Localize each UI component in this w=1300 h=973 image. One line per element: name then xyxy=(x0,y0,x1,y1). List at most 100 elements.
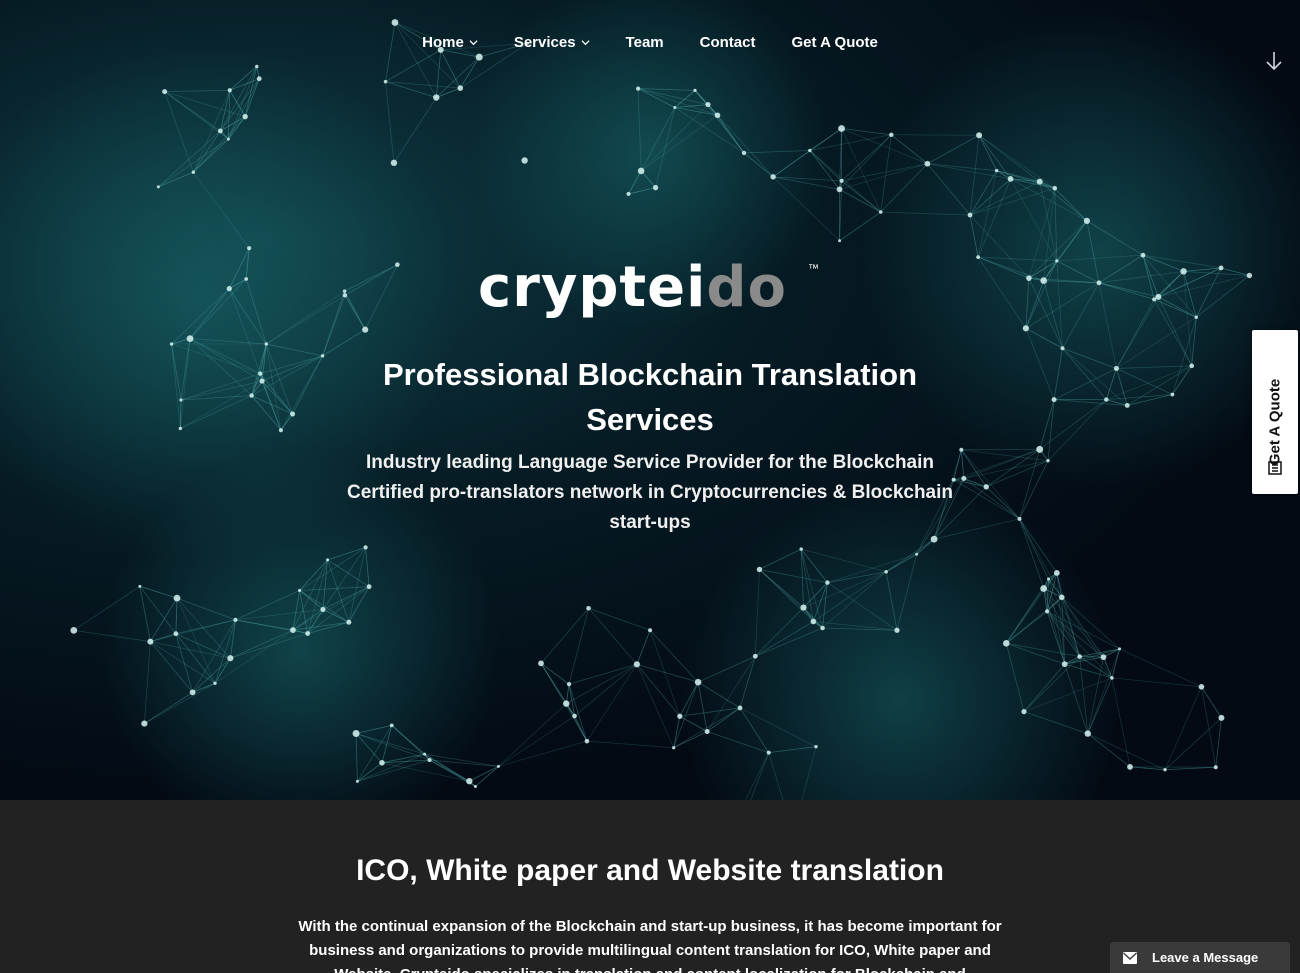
network-node xyxy=(186,335,194,343)
get-a-quote-side-tab[interactable]: Get A Quote xyxy=(1252,330,1298,494)
network-node xyxy=(320,354,325,358)
network-node xyxy=(1044,609,1050,614)
network-node xyxy=(633,661,640,668)
network-link xyxy=(1201,686,1217,768)
network-node xyxy=(1017,516,1022,521)
network-node xyxy=(1036,445,1044,453)
network-node xyxy=(836,186,843,193)
envelope-icon xyxy=(1123,951,1137,964)
trademark-symbol: ™ xyxy=(808,263,819,275)
network-node xyxy=(814,744,818,749)
network-node xyxy=(994,168,999,173)
network-link xyxy=(435,56,480,98)
section-body: With the continual expansion of the Bloc… xyxy=(298,918,1002,973)
network-node xyxy=(147,638,154,645)
network-node xyxy=(305,631,311,636)
network-node xyxy=(278,428,283,433)
network-node xyxy=(366,584,372,590)
network-node xyxy=(258,371,263,376)
network-node xyxy=(326,558,330,562)
network-node xyxy=(342,293,348,298)
chevron-down-icon xyxy=(469,40,478,46)
network-link xyxy=(1164,766,1216,771)
nav-item-get-a-quote[interactable]: Get A Quote xyxy=(773,30,895,55)
network-node xyxy=(1140,252,1146,258)
network-link xyxy=(568,663,637,685)
network-node xyxy=(473,784,477,788)
network-node xyxy=(636,86,641,91)
network-node xyxy=(705,101,711,108)
network-node xyxy=(584,738,590,744)
network-node xyxy=(889,132,894,137)
network-node xyxy=(1002,639,1010,647)
network-node xyxy=(433,94,440,101)
network-node xyxy=(346,619,352,625)
network-node xyxy=(1246,272,1253,279)
network-node xyxy=(694,678,702,686)
network-node xyxy=(538,660,544,667)
network-node xyxy=(1218,265,1224,271)
network-node xyxy=(244,277,248,281)
leave-message-button[interactable]: Leave a Message xyxy=(1110,942,1290,973)
network-node xyxy=(242,113,248,120)
network-node xyxy=(1104,397,1109,402)
leave-message-label: Leave a Message xyxy=(1152,950,1259,965)
network-node xyxy=(752,653,758,659)
network-node xyxy=(342,289,347,293)
network-node xyxy=(255,64,259,69)
network-node xyxy=(820,625,825,631)
network-node xyxy=(1026,275,1032,281)
logo-text-part3: do xyxy=(706,258,787,320)
network-node xyxy=(496,764,500,768)
network-node xyxy=(173,594,181,602)
network-node xyxy=(362,326,369,333)
nav-item-services[interactable]: Services xyxy=(496,30,608,55)
network-node xyxy=(395,262,400,267)
network-node xyxy=(756,566,763,573)
hero-section: Home Services Team Contact Get A Quote c… xyxy=(0,0,1300,800)
network-node xyxy=(924,160,931,167)
network-link xyxy=(673,716,681,748)
network-node xyxy=(320,606,326,613)
network-node xyxy=(563,700,570,707)
network-node xyxy=(189,689,196,696)
arrow-down-icon[interactable] xyxy=(1264,50,1284,72)
network-node xyxy=(138,584,142,588)
nav-item-label: Team xyxy=(625,34,664,51)
network-link xyxy=(574,715,588,742)
network-node xyxy=(1052,185,1058,191)
network-link xyxy=(436,87,461,98)
network-node xyxy=(799,547,803,551)
network-link xyxy=(586,664,638,742)
network-node xyxy=(1155,293,1162,300)
form-icon xyxy=(1268,461,1282,475)
nav-item-team[interactable]: Team xyxy=(608,30,682,55)
svg-text:crypteido: crypteido xyxy=(478,258,787,320)
network-node xyxy=(355,779,359,783)
network-node xyxy=(162,89,168,95)
network-link xyxy=(568,684,588,742)
network-node xyxy=(226,137,230,141)
network-node xyxy=(1113,365,1119,371)
network-node xyxy=(227,88,232,93)
network-node xyxy=(586,605,591,611)
nav-item-contact[interactable]: Contact xyxy=(682,30,774,55)
network-node xyxy=(693,88,697,93)
network-node xyxy=(1096,280,1102,286)
network-node xyxy=(1047,577,1051,581)
network-node xyxy=(457,85,464,91)
network-node xyxy=(800,604,807,611)
logo[interactable]: crypteido ™ xyxy=(478,258,828,328)
network-node xyxy=(1083,217,1090,224)
network-node xyxy=(637,167,645,175)
network-node xyxy=(173,631,179,637)
network-node xyxy=(915,552,919,556)
network-link xyxy=(1215,717,1222,768)
nav-item-label: Services xyxy=(513,34,576,51)
network-node xyxy=(1040,585,1048,592)
network-node xyxy=(808,148,812,153)
network-node xyxy=(1021,709,1027,715)
network-node xyxy=(677,713,683,719)
nav-item-home[interactable]: Home xyxy=(404,30,496,55)
logo-text-part2: ei xyxy=(647,258,706,320)
